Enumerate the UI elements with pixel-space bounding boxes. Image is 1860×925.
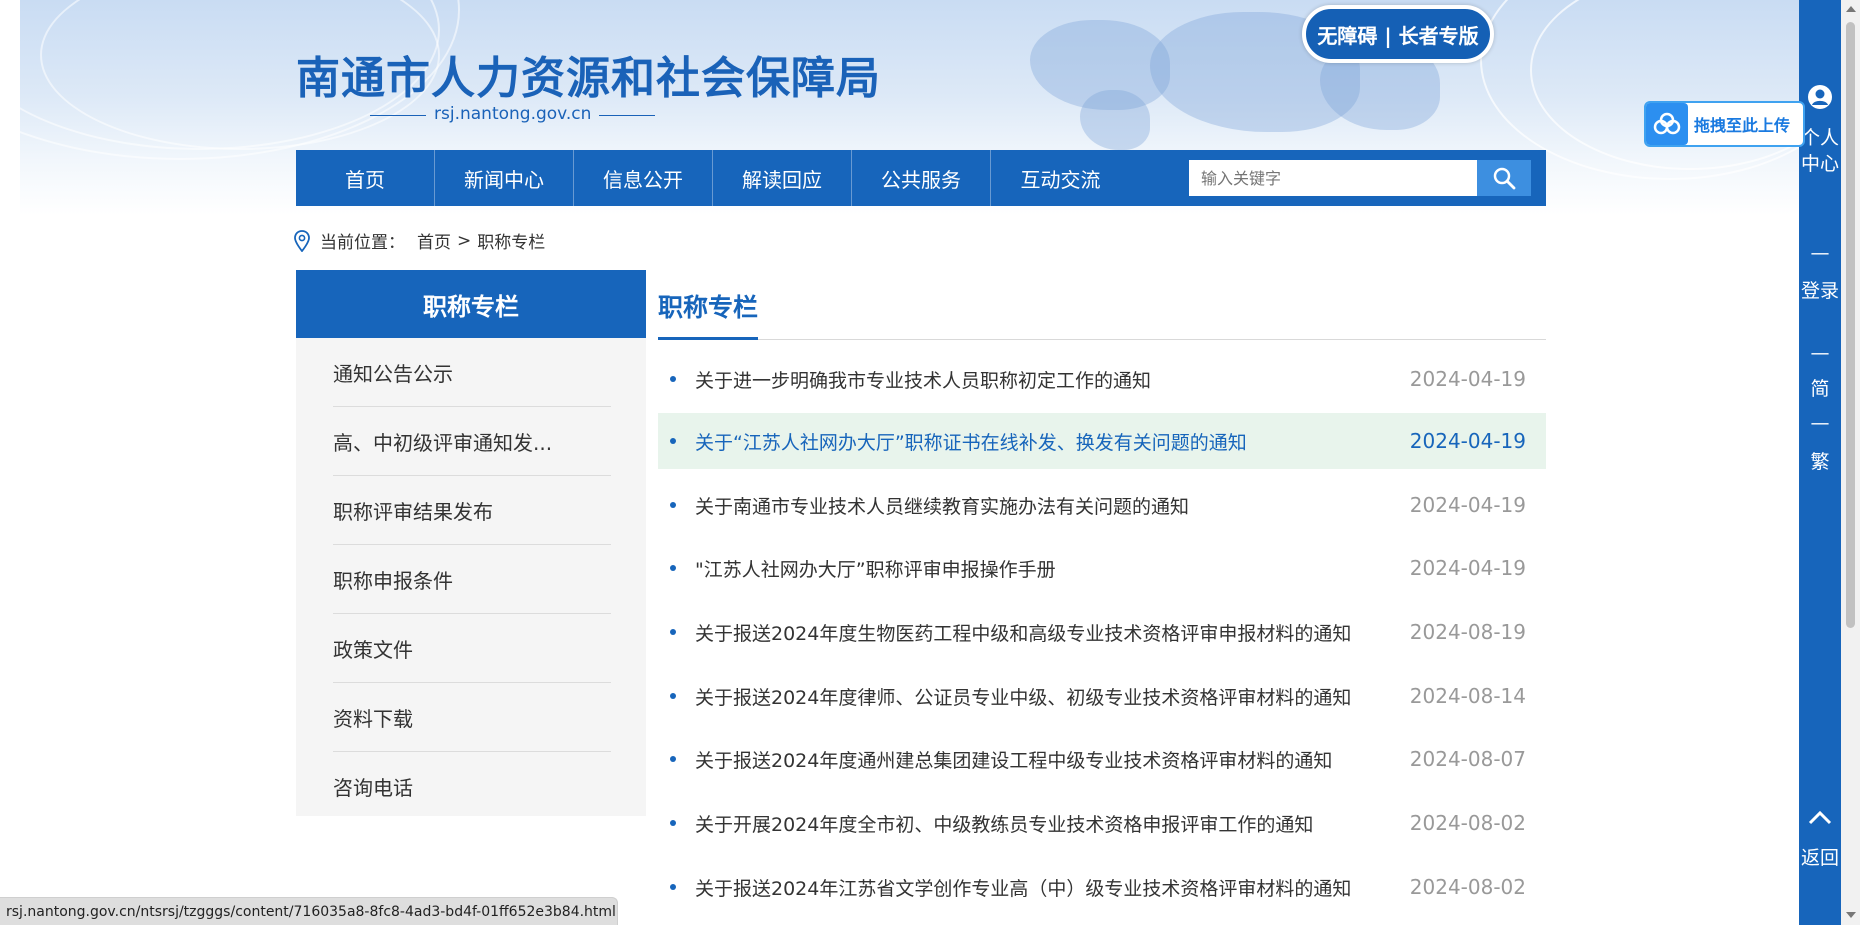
nav-item-interpretation[interactable]: 解读回应 [713, 150, 852, 206]
bullet [670, 502, 676, 508]
bullet [670, 756, 676, 762]
list-item[interactable]: "江苏人社网办大厅”职称评审申报操作手册 2024-04-19 [658, 540, 1546, 596]
list-item[interactable]: 关于报送2024年度通州建总集团建设工程中级专业技术资格评审材料的通知 2024… [658, 731, 1546, 787]
section-title: 职称专栏 [658, 293, 759, 322]
article-date: 2024-08-02 [1409, 811, 1526, 835]
accessibility-button[interactable]: 无障碍 | 长者专版 [1302, 5, 1494, 63]
sidebar-item-conditions[interactable]: 职称申报条件 [333, 545, 611, 614]
bullet [670, 693, 676, 699]
separator-dash: — [1810, 342, 1830, 364]
bullet [670, 629, 676, 635]
site-title[interactable]: 南通市人力资源和社会保障局 [296, 42, 881, 106]
bullet [670, 884, 676, 890]
article-date: 2024-08-14 [1409, 684, 1526, 708]
article-title[interactable]: 关于报送2024年度律师、公证员专业中级、初级专业技术资格评审材料的通知 [695, 683, 1351, 710]
article-date: 2024-04-19 [1409, 556, 1526, 580]
article-title[interactable]: 关于报送2024年江苏省文学创作专业高（中）级专业技术资格评审材料的通知 [695, 874, 1351, 901]
nav-item-interaction[interactable]: 互动交流 [991, 150, 1130, 206]
sidebar-item-downloads[interactable]: 资料下载 [333, 683, 611, 752]
article-title[interactable]: 关于进一步明确我市专业技术人员职称初定工作的通知 [695, 366, 1151, 393]
article-date: 2024-08-02 [1409, 875, 1526, 899]
site-domain: rsj.nantong.gov.cn [369, 104, 657, 124]
search-icon [1493, 167, 1516, 190]
separator-dash: — [1810, 242, 1830, 264]
separator-dash: — [1810, 412, 1830, 434]
bullet [670, 438, 676, 444]
simplified-chinese-link[interactable]: 简 [1799, 376, 1841, 402]
sidebar-item-policies[interactable]: 政策文件 [333, 614, 611, 683]
nav-item-home[interactable]: 首页 [296, 150, 435, 206]
personal-center-link[interactable]: 个人中心 [1799, 125, 1841, 177]
sidebar-item-notices[interactable]: 通知公告公示 [333, 338, 611, 407]
bullet [670, 376, 676, 382]
right-toolbar: 个人中心 — 登录 — 简 — 繁 返回 [1799, 0, 1841, 925]
user-icon[interactable] [1807, 84, 1833, 110]
list-item[interactable]: 关于开展2024年度全市初、中级教练员专业技术资格申报评审工作的通知 2024-… [658, 795, 1546, 851]
login-link[interactable]: 登录 [1799, 278, 1841, 304]
article-date: 2024-04-19 [1409, 493, 1526, 517]
traditional-chinese-link[interactable]: 繁 [1799, 449, 1841, 475]
list-item[interactable]: 关于报送2024年江苏省文学创作专业高（中）级专业技术资格评审材料的通知 202… [658, 859, 1546, 915]
scroll-up-arrow[interactable] [1846, 6, 1856, 12]
article-title[interactable]: 关于“江苏人社网办大厅”职称证书在线补发、换发有关问题的通知 [695, 428, 1247, 455]
main-nav: 首页 新闻中心 信息公开 解读回应 公共服务 互动交流 [296, 150, 1546, 206]
list-item[interactable]: 关于进一步明确我市专业技术人员职称初定工作的通知 2024-04-19 [658, 351, 1546, 407]
bullet [670, 820, 676, 826]
breadcrumb-prefix: 当前位置： [320, 233, 405, 253]
page-scrollbar[interactable] [1841, 0, 1860, 925]
location-pin-icon [294, 229, 310, 252]
article-date: 2024-08-19 [1409, 620, 1526, 644]
nav-item-info-disclosure[interactable]: 信息公开 [574, 150, 713, 206]
search-button[interactable] [1477, 160, 1531, 196]
sidebar-menu: 通知公告公示 高、中初级评审通知发... 职称评审结果发布 职称申报条件 政策文… [296, 338, 646, 816]
breadcrumb-home[interactable]: 首页 [417, 228, 451, 253]
cloud-upload-icon [1646, 103, 1688, 145]
chevron-up-icon[interactable] [1807, 808, 1833, 826]
article-title[interactable]: 关于南通市专业技术人员继续教育实施办法有关问题的通知 [695, 492, 1189, 519]
section-divider [658, 339, 1546, 340]
upload-dropzone[interactable]: 拖拽至此上传 [1644, 101, 1805, 147]
nav-item-public-service[interactable]: 公共服务 [852, 150, 991, 206]
back-to-top-button[interactable]: 返回 [1799, 845, 1841, 871]
article-title[interactable]: 关于报送2024年度生物医药工程中级和高级专业技术资格评审申报材料的通知 [695, 619, 1351, 646]
list-item[interactable]: 关于南通市专业技术人员继续教育实施办法有关问题的通知 2024-04-19 [658, 477, 1546, 533]
breadcrumb: 当前位置： 首页 > 职称专栏 [294, 228, 545, 253]
scroll-down-arrow[interactable] [1846, 912, 1856, 918]
sidebar-title: 职称专栏 [296, 270, 646, 338]
article-date: 2024-04-19 [1409, 429, 1526, 453]
breadcrumb-separator: > [457, 230, 472, 251]
browser-status-url: rsj.nantong.gov.cn/ntsrsj/tzgggs/content… [0, 897, 618, 925]
article-title[interactable]: "江苏人社网办大厅”职称评审申报操作手册 [695, 555, 1056, 582]
scroll-thumb[interactable] [1846, 22, 1855, 628]
search-input[interactable] [1189, 160, 1477, 196]
sidebar-item-review-results[interactable]: 职称评审结果发布 [333, 476, 611, 545]
bullet [670, 565, 676, 571]
article-date: 2024-08-07 [1409, 747, 1526, 771]
sidebar-item-hotline[interactable]: 咨询电话 [333, 752, 611, 821]
section-title-underline [658, 337, 758, 340]
list-item[interactable]: 关于“江苏人社网办大厅”职称证书在线补发、换发有关问题的通知 2024-04-1… [658, 413, 1546, 469]
list-item[interactable]: 关于报送2024年度律师、公证员专业中级、初级专业技术资格评审材料的通知 202… [658, 668, 1546, 724]
sidebar-item-review-notices[interactable]: 高、中初级评审通知发... [333, 407, 611, 476]
nav-item-news[interactable]: 新闻中心 [435, 150, 574, 206]
article-title[interactable]: 关于开展2024年度全市初、中级教练员专业技术资格申报评审工作的通知 [695, 810, 1313, 837]
upload-label: 拖拽至此上传 [1694, 116, 1791, 135]
article-title[interactable]: 关于报送2024年度通州建总集团建设工程中级专业技术资格评审材料的通知 [695, 746, 1332, 773]
list-item[interactable]: 关于报送2024年度生物医药工程中级和高级专业技术资格评审申报材料的通知 202… [658, 604, 1546, 660]
article-date: 2024-04-19 [1409, 367, 1526, 391]
breadcrumb-current[interactable]: 职称专栏 [477, 228, 545, 253]
